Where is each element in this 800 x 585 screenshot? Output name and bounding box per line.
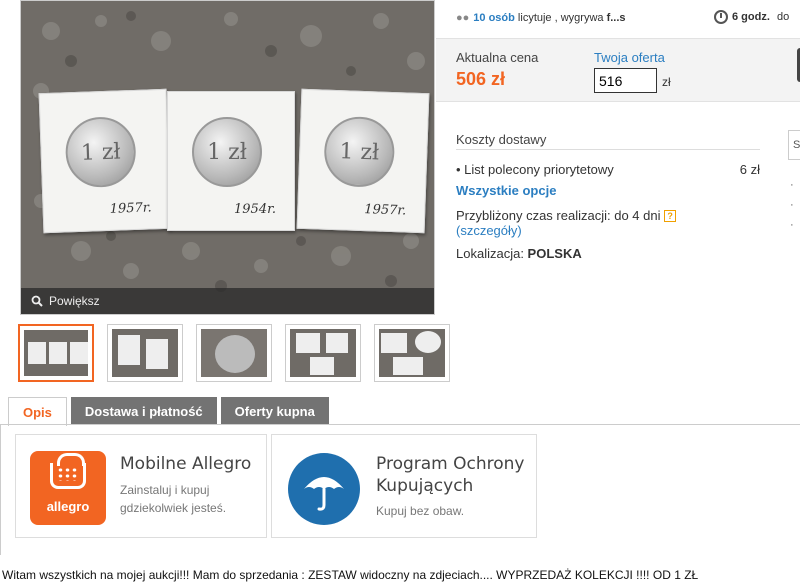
- auction-page: 1 zł 1957r. 1 zł 1954r. 1 zł 1957r. Powi…: [0, 0, 800, 585]
- side-bullet: ·: [790, 219, 794, 231]
- thumbnail-4[interactable]: [285, 324, 361, 382]
- tab-shipping-payment[interactable]: Dostawa i płatność: [70, 397, 217, 425]
- help-icon[interactable]: ?: [664, 210, 677, 222]
- delivery-time: Przybliżony czas realizacji: do 4 dni ? …: [456, 208, 760, 238]
- offer-input[interactable]: [594, 68, 657, 93]
- your-offer-label[interactable]: Twoja oferta: [594, 50, 665, 65]
- coin-holder-1: 1 zł 1957r.: [38, 88, 172, 234]
- umbrella-icon: [288, 453, 360, 525]
- people-icon: ●●: [456, 12, 470, 24]
- basket-icon: [50, 453, 86, 489]
- current-price-value: 506 zł: [456, 69, 506, 89]
- shipping-title: Koszty dostawy: [456, 132, 760, 150]
- leader-name: f...s: [606, 12, 626, 24]
- promo-subtitle: Zainstaluj i kupuj: [120, 483, 210, 497]
- thumbnail-2[interactable]: [107, 324, 183, 382]
- delivery-time-value: do 4 dni: [614, 208, 661, 223]
- auction-status-bar: ●● 10 osób licytuje , wygrywa f...s 6 go…: [440, 0, 800, 36]
- all-shipping-options-link[interactable]: Wszystkie opcje: [456, 183, 760, 198]
- magnifier-icon: [31, 295, 43, 307]
- delivery-time-label: Przybliżony czas realizacji:: [456, 208, 615, 223]
- side-bullets: · · ·: [790, 175, 794, 235]
- promo-subtitle: gdziekolwiek jesteś.: [120, 501, 227, 515]
- thumbnail-5[interactable]: [374, 324, 450, 382]
- side-panel-fragment[interactable]: S: [788, 130, 800, 160]
- current-price-label: Aktualna cena: [456, 50, 539, 65]
- tab-bar: Opis Dostawa i płatność Oferty kupna: [8, 397, 329, 426]
- coin-face-text: 1 zł: [80, 138, 121, 166]
- coin-year-1: 1957r.: [109, 200, 152, 217]
- tab-purchase-offers[interactable]: Oferty kupna: [220, 397, 329, 425]
- offer-currency: zł: [662, 75, 671, 89]
- promo-subtitle: Kupuj bez obaw.: [376, 504, 465, 518]
- thumbnail-strip: [18, 324, 450, 382]
- time-left: 6 godz. do: [714, 10, 789, 24]
- promo-title: Program Ochrony: [376, 454, 525, 474]
- coin-3: 1 zł: [323, 115, 396, 189]
- time-left-suffix: do: [773, 11, 790, 23]
- coin-holder-3: 1 zł 1957r.: [296, 88, 430, 234]
- zoom-button[interactable]: Powiększ: [21, 288, 434, 314]
- promo-area: allegro Mobilne Allegro Zainstaluj i kup…: [0, 425, 800, 555]
- thumbnail-1[interactable]: [18, 324, 94, 382]
- description-text: Witam wszystkich na mojej aukcji!!! Mam …: [2, 568, 699, 582]
- tab-description[interactable]: Opis: [8, 397, 67, 426]
- coin-year-3: 1957r.: [364, 202, 407, 219]
- price-box: Aktualna cena 506 zł Twoja oferta zł: [436, 38, 800, 102]
- shipping-option-name: • List polecony priorytetowy: [456, 162, 614, 177]
- shipping-option-price: 6 zł: [739, 162, 760, 177]
- side-bullet: ·: [790, 179, 794, 191]
- coin-face-text: 1 zł: [339, 138, 380, 166]
- bidders-count-link[interactable]: 10 osób: [473, 12, 515, 24]
- side-bullet: ·: [790, 199, 794, 211]
- allegro-logo-text: allegro: [46, 499, 90, 514]
- location-label: Lokalizacja:: [456, 246, 528, 261]
- mobile-allegro-promo[interactable]: allegro Mobilne Allegro Zainstaluj i kup…: [15, 434, 267, 538]
- coin-1: 1 zł: [64, 115, 137, 189]
- coin-holder-2: 1 zł 1954r.: [167, 91, 295, 231]
- clock-icon: [714, 10, 728, 24]
- allegro-basket-logo: allegro: [30, 451, 106, 525]
- buyer-protection-promo[interactable]: Program Ochrony Kupujących Kupuj bez oba…: [271, 434, 537, 538]
- location-value: POLSKA: [527, 246, 582, 261]
- details-link[interactable]: (szczegóły): [456, 223, 522, 238]
- thumbnail-3[interactable]: [196, 324, 272, 382]
- promo-title: Kupujących: [376, 476, 474, 496]
- time-left-value: 6 godz.: [732, 11, 770, 23]
- bidders-text: licytuje , wygrywa: [514, 12, 607, 24]
- shipping-section: Koszty dostawy • List polecony priorytet…: [456, 132, 760, 261]
- coin-face-text: 1 zł: [207, 139, 247, 165]
- promo-title: Mobilne Allegro: [120, 454, 252, 474]
- location: Lokalizacja: POLSKA: [456, 246, 760, 261]
- shipping-option: • List polecony priorytetowy 6 zł: [456, 162, 760, 177]
- coin-2: 1 zł: [192, 117, 262, 187]
- zoom-label: Powiększ: [49, 294, 100, 308]
- coin-year-2: 1954r.: [234, 202, 277, 217]
- main-photo[interactable]: 1 zł 1957r. 1 zł 1954r. 1 zł 1957r. Powi…: [20, 0, 435, 315]
